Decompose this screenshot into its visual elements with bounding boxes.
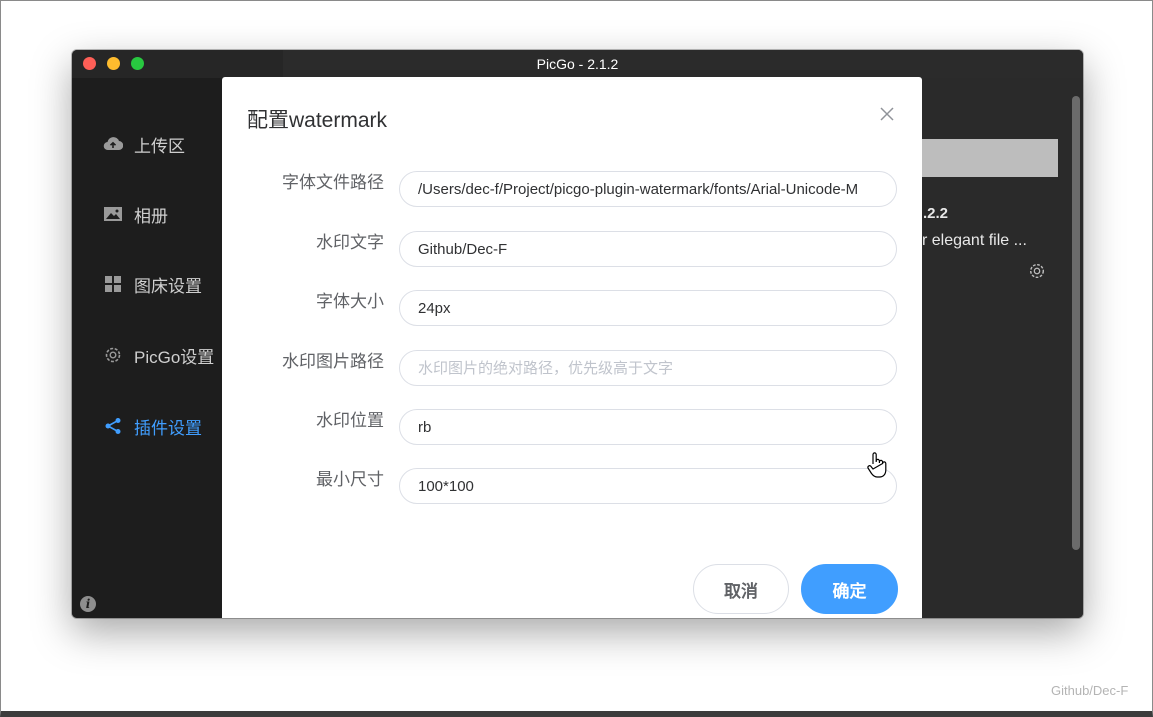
watermark-position-input[interactable] [399,409,897,445]
sidebar-item-plugin-settings[interactable]: 插件设置 [102,414,202,438]
watermark-position-label: 水印位置 [316,411,384,430]
font-size-label: 字体大小 [316,292,384,311]
sidebar-item-label: 图床设置 [134,276,202,296]
cloud-upload-icon [102,135,124,153]
sidebar-item-picgo-settings[interactable]: PicGo设置 [102,343,214,367]
font-size-input[interactable] [399,290,897,326]
sidebar-item-gallery[interactable]: 相册 [102,202,168,226]
dialog-title: 配置watermark [247,109,388,132]
form-row-font-path: 字体文件路径 [222,171,922,207]
plugin-search-bar[interactable] [921,139,1058,177]
sidebar-item-label: 插件设置 [134,418,202,438]
sidebar-item-picbed-settings[interactable]: 图床设置 [102,272,202,296]
hand-cursor-icon [866,451,888,479]
plugin-settings-gear-icon[interactable] [1028,262,1046,280]
plugin-version: .2.2 [923,205,949,222]
plugin-description: r elegant file ... [922,232,1027,249]
cancel-button[interactable]: 取消 [693,564,789,614]
image-icon [102,205,124,223]
sidebar-item-label: 相册 [134,206,168,226]
watermark-text-input[interactable] [399,231,897,267]
sidebar-item-label: 上传区 [134,136,185,156]
watermark-text-label: 水印文字 [316,233,384,252]
title-bar: PicGo - 2.1.2 [72,50,1083,78]
form-row-font-size: 字体大小 [222,290,922,326]
scrollbar[interactable] [1072,96,1080,550]
confirm-button[interactable]: 确定 [801,564,898,614]
watermark-image-path-input[interactable] [399,350,897,386]
grid-icon [102,275,124,293]
sidebar-item-label: PicGo设置 [134,347,215,367]
font-path-label: 字体文件路径 [282,173,384,192]
config-dialog: 配置watermark 字体文件路径 水印文字 字体大小 水印图片路径 水印位置… [222,77,922,618]
gear-icon [102,346,124,364]
min-size-input[interactable] [399,468,897,504]
watermark-image-path-label: 水印图片路径 [282,352,384,371]
form-row-watermark-text: 水印文字 [222,231,922,267]
min-size-label: 最小尺寸 [316,470,384,489]
corner-watermark: Github/Dec-F [1051,683,1129,698]
form-row-watermark-image-path: 水印图片路径 [222,350,922,386]
form-row-watermark-position: 水印位置 [222,409,922,445]
font-path-input[interactable] [399,171,897,207]
form-row-min-size: 最小尺寸 [222,468,922,504]
close-icon[interactable] [878,105,896,123]
share-icon [102,417,124,435]
window-title: PicGo - 2.1.2 [536,56,619,72]
info-icon[interactable]: i [80,596,96,612]
sidebar-item-upload[interactable]: 上传区 [102,132,185,156]
